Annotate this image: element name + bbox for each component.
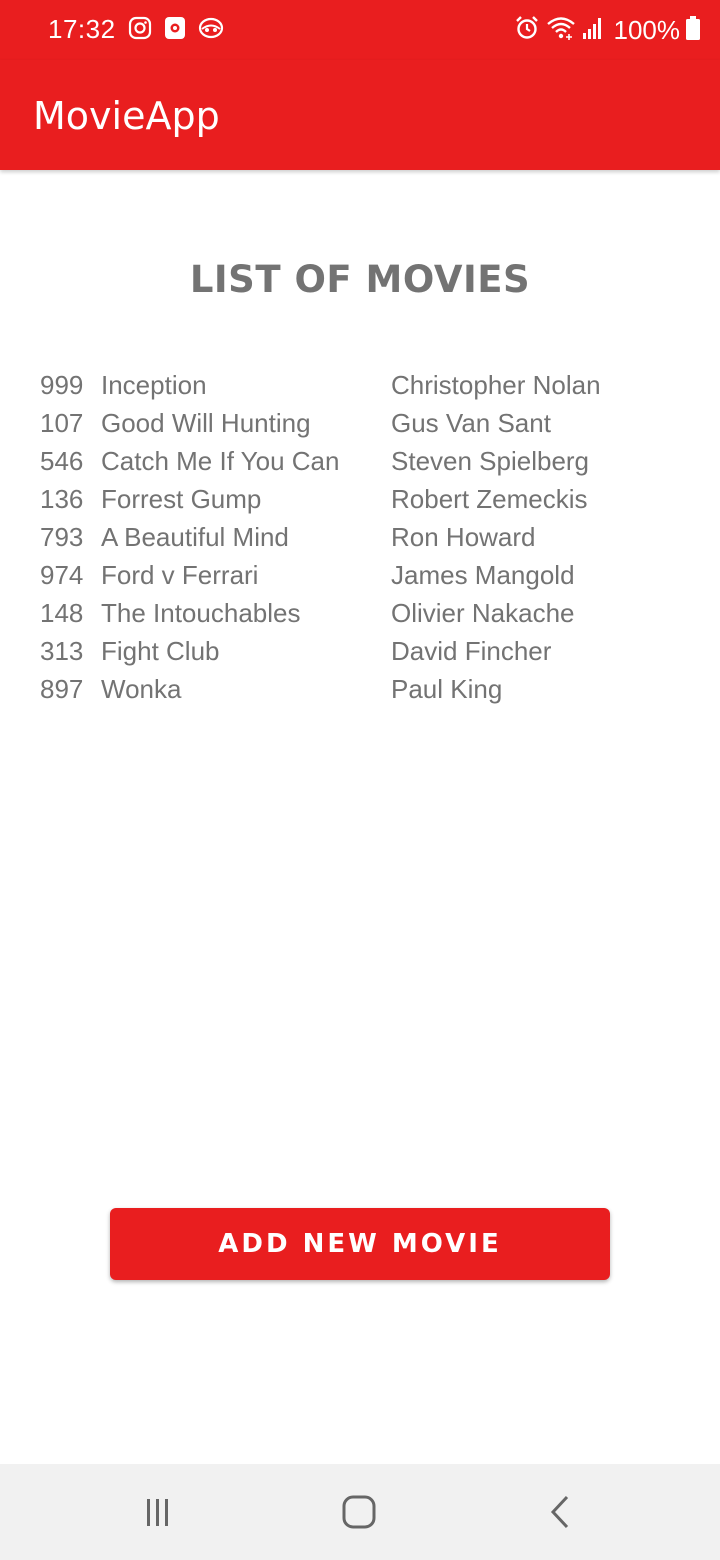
movie-row: 999 Inception Christopher Nolan <box>40 370 690 408</box>
movie-title: Forrest Gump <box>101 484 262 514</box>
movie-row: 148 The Intouchables Olivier Nakache <box>40 598 690 636</box>
alarm-icon <box>514 15 540 46</box>
movie-director: Steven Spielberg <box>391 446 590 476</box>
movie-director: Ron Howard <box>391 522 536 552</box>
movie-row: 546 Catch Me If You Can Steven Spielberg <box>40 446 690 484</box>
movie-title: The Intouchables <box>101 598 301 628</box>
movie-title: Fight Club <box>101 636 220 666</box>
movie-director: Christopher Nolan <box>391 370 601 400</box>
movie-id: 974 <box>40 560 84 590</box>
movie-title: Inception <box>101 370 207 400</box>
wifi-icon <box>546 15 576 46</box>
movie-director: Robert Zemeckis <box>391 484 588 514</box>
movie-row: 897 Wonka Paul King <box>40 674 690 712</box>
back-icon[interactable] <box>541 1492 581 1532</box>
home-icon[interactable] <box>339 1492 379 1532</box>
movie-row: 974 Ford v Ferrari James Mangold <box>40 560 690 598</box>
movie-row: 313 Fight Club David Fincher <box>40 636 690 674</box>
movie-title: Ford v Ferrari <box>101 560 259 590</box>
status-bar: 17:32 100% <box>0 0 720 60</box>
movie-id: 148 <box>40 598 84 628</box>
movie-title: Good Will Hunting <box>101 408 311 438</box>
movie-id: 136 <box>40 484 84 514</box>
movie-row: 107 Good Will Hunting Gus Van Sant <box>40 408 690 446</box>
recent-apps-icon[interactable] <box>138 1492 178 1532</box>
signal-icon <box>582 16 604 45</box>
page-title: LIST OF MOVIES <box>189 258 531 301</box>
movie-row: 136 Forrest Gump Robert Zemeckis <box>40 484 690 522</box>
add-new-movie-button[interactable]: ADD NEW MOVIE <box>110 1208 610 1280</box>
movie-director: Gus Van Sant <box>391 408 551 438</box>
battery-percentage: 100% <box>613 14 681 45</box>
movie-id: 546 <box>40 446 84 476</box>
movie-title: Wonka <box>101 674 182 704</box>
vpn-icon <box>198 16 224 45</box>
movie-row: 793 A Beautiful Mind Ron Howard <box>40 522 690 560</box>
navigation-bar <box>0 1464 720 1560</box>
notification-app-icon <box>164 16 186 45</box>
movie-director: Olivier Nakache <box>391 598 575 628</box>
battery-icon <box>686 15 700 45</box>
movie-id: 999 <box>40 370 84 400</box>
movie-director: Paul King <box>391 674 503 704</box>
status-right-icons: 100% <box>514 14 700 46</box>
movie-director: David Fincher <box>391 636 552 666</box>
app-title: MovieApp <box>33 94 220 138</box>
movie-director: James Mangold <box>391 560 575 590</box>
movie-id: 107 <box>40 408 84 438</box>
movie-id: 897 <box>40 674 84 704</box>
movie-title: A Beautiful Mind <box>101 522 289 552</box>
instagram-icon <box>128 16 152 45</box>
movie-list: 999 Inception Christopher Nolan 107 Good… <box>40 370 690 712</box>
status-time: 17:32 <box>48 14 116 44</box>
movie-title: Catch Me If You Can <box>101 446 340 476</box>
movie-id: 793 <box>40 522 84 552</box>
status-left-icons <box>128 16 224 44</box>
movie-id: 313 <box>40 636 84 666</box>
app-bar: MovieApp <box>0 60 720 170</box>
